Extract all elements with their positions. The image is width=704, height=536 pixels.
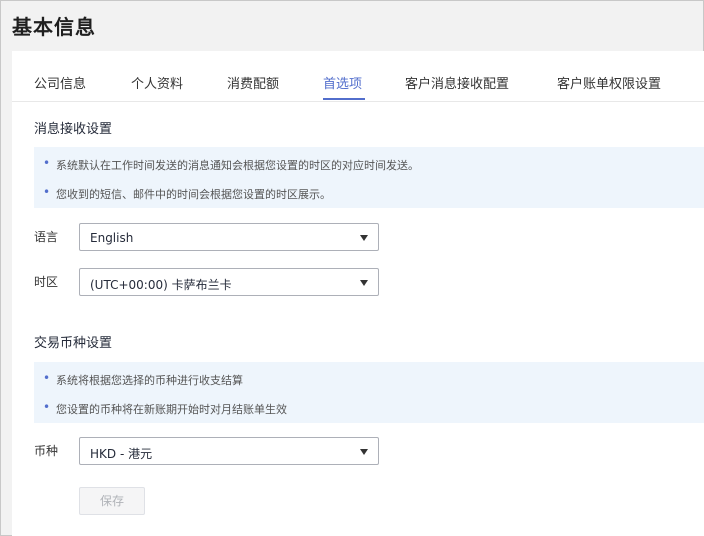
page-title: 基本信息: [12, 15, 96, 39]
language-select[interactable]: English: [79, 223, 379, 251]
notice-item: 系统默认在工作时间发送的消息通知会根据您设置的时区的对应时间发送。: [43, 156, 419, 173]
message-settings-title: 消息接收设置: [34, 122, 113, 137]
timezone-select[interactable]: (UTC+00:00) 卡萨布兰卡: [79, 268, 379, 296]
language-value: English: [90, 231, 134, 245]
tab-customer-message-config[interactable]: 客户消息接收配置: [405, 73, 509, 92]
active-tab-indicator: [323, 98, 365, 100]
caret-down-icon: [360, 280, 368, 286]
notice-item: 系统将根据您选择的币种进行收支结算: [43, 371, 243, 388]
currency-value: HKD - 港元: [90, 447, 153, 461]
tab-preferences[interactable]: 首选项: [323, 73, 362, 92]
notice-item: 您收到的短信、邮件中的时间会根据您设置的时区展示。: [43, 185, 331, 202]
timezone-value: (UTC+00:00) 卡萨布兰卡: [90, 278, 232, 292]
tab-personal-profile[interactable]: 个人资料: [131, 73, 183, 92]
caret-down-icon: [360, 449, 368, 455]
currency-notice-box: 系统将根据您选择的币种进行收支结算 您设置的币种将在新账期开始时对月结账单生效: [34, 362, 704, 423]
caret-down-icon: [360, 235, 368, 241]
tab-bar: 公司信息 个人资料 消费配额 首选项 客户消息接收配置 客户账单权限设置: [12, 51, 704, 102]
notice-item: 您设置的币种将在新账期开始时对月结账单生效: [43, 400, 287, 417]
tab-company-info[interactable]: 公司信息: [34, 73, 86, 92]
timezone-label: 时区: [34, 275, 59, 289]
preferences-card: 公司信息 个人资料 消费配额 首选项 客户消息接收配置 客户账单权限设置 消息接…: [12, 51, 704, 536]
tab-customer-bill-permissions[interactable]: 客户账单权限设置: [557, 73, 661, 92]
currency-select[interactable]: HKD - 港元: [79, 437, 379, 465]
currency-settings-title: 交易币种设置: [34, 336, 113, 351]
save-button[interactable]: 保存: [79, 487, 145, 515]
message-notice-box: 系统默认在工作时间发送的消息通知会根据您设置的时区的对应时间发送。 您收到的短信…: [34, 147, 704, 208]
currency-label: 币种: [34, 444, 59, 458]
tab-spending-quota[interactable]: 消费配额: [227, 73, 279, 92]
language-label: 语言: [34, 230, 59, 244]
